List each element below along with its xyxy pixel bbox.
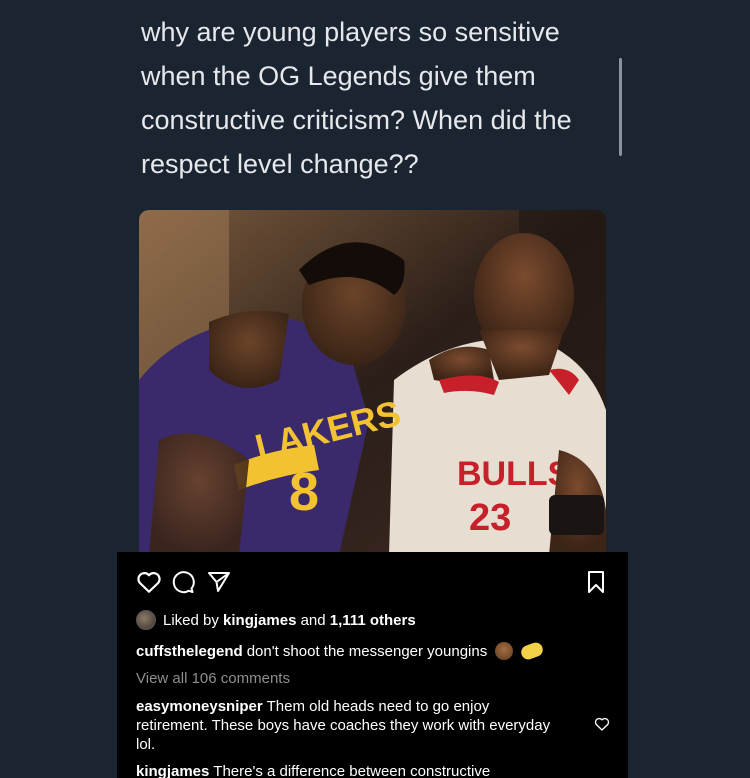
comment-username[interactable]: kingjames: [136, 763, 209, 778]
likes-middle: and: [300, 611, 326, 629]
like-button[interactable]: [135, 568, 163, 596]
jersey-number-left: 8: [289, 462, 319, 522]
liker-avatar[interactable]: [136, 610, 156, 630]
likes-summary: Liked by kingjames and 1,111 others: [136, 610, 416, 630]
post-panel: Liked by kingjames and 1,111 others cuff…: [117, 552, 628, 778]
likes-others[interactable]: 1,111 others: [330, 612, 416, 629]
share-button[interactable]: [205, 568, 233, 596]
comment-item: kingjames There's a difference between c…: [136, 762, 606, 778]
send-icon: [208, 572, 230, 592]
comment-username[interactable]: easymoneysniper: [136, 698, 263, 715]
likes-user[interactable]: kingjames: [223, 612, 296, 629]
comment-text: There's a difference between constructiv…: [213, 763, 491, 778]
face-emoji-icon: [495, 642, 514, 660]
heart-icon: [137, 572, 161, 593]
comment-icon: [172, 571, 195, 594]
save-button[interactable]: [582, 568, 610, 596]
jersey-number-right: 23: [469, 497, 511, 539]
view-all-comments-link[interactable]: View all 106 comments: [136, 670, 290, 687]
likes-prefix: Liked by: [163, 611, 219, 629]
soap-emoji-icon: [519, 640, 545, 662]
jersey-team-right: BULLS: [457, 455, 570, 493]
post-photo[interactable]: 8 BULLS 23 LAKERS: [139, 210, 606, 555]
caption-username[interactable]: cuffsthelegend: [136, 643, 243, 660]
bookmark-icon: [588, 571, 604, 593]
caption-text: don't shoot the messenger youngins: [246, 642, 488, 660]
comment-item: easymoneysniper Them old heads need to g…: [136, 697, 556, 754]
tweet-text: why are young players so sensitive when …: [141, 17, 572, 179]
action-bar: [135, 568, 610, 596]
comment-button[interactable]: [169, 568, 197, 596]
scrollbar[interactable]: [619, 58, 622, 156]
post-caption: cuffsthelegend don't shoot the messenger…: [136, 640, 606, 662]
comment-like-button[interactable]: [594, 716, 610, 732]
heart-icon: [594, 717, 610, 731]
